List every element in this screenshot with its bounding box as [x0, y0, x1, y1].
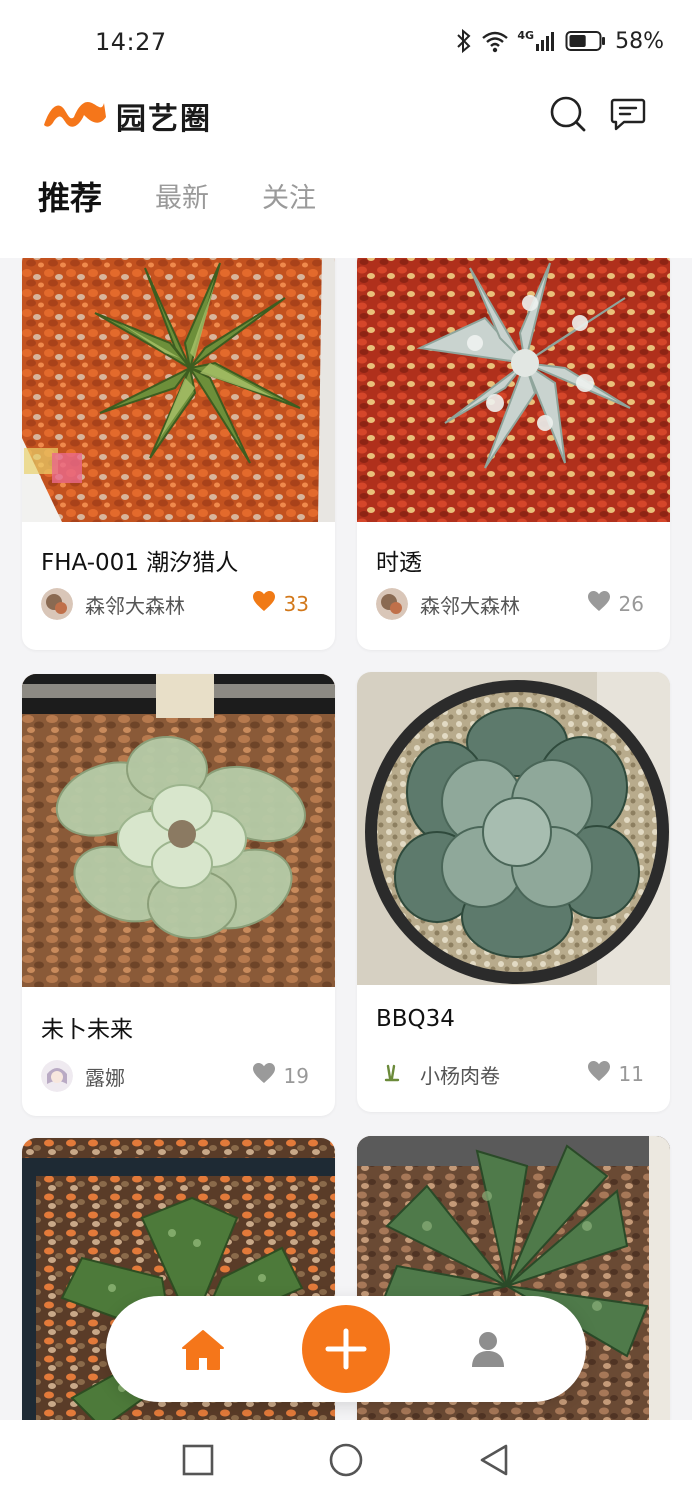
app-logo: 园艺圈 [40, 94, 212, 138]
home-circle-icon[interactable] [328, 1442, 364, 1478]
heart-icon [587, 1060, 611, 1087]
avatar [41, 588, 73, 620]
post-photo [22, 674, 335, 987]
like-count: 19 [283, 1063, 309, 1088]
post-photo [357, 672, 670, 985]
tab-following[interactable]: 关注 [262, 176, 316, 215]
post-title: 时透 [376, 550, 422, 576]
post-author[interactable]: 露娜 [41, 1060, 125, 1092]
post-card[interactable]: FHA-001 潮汐猎人 森邻大森林 33 [22, 258, 335, 650]
author-name: 森邻大森林 [420, 593, 520, 618]
post-title: 未卜未来 [41, 1017, 133, 1043]
post-card[interactable]: BBQ34 小杨肉卷 11 [357, 672, 670, 1112]
wifi-icon [481, 29, 509, 53]
heart-icon [252, 1062, 276, 1089]
feed-tabs: 推荐 最新 关注 [0, 176, 692, 226]
post-card[interactable]: 时透 森邻大森林 26 [357, 258, 670, 650]
status-bar: 14:27 4G 58% [0, 22, 692, 64]
author-name: 森邻大森林 [85, 593, 185, 618]
add-icon [325, 1328, 367, 1370]
post-card[interactable]: 未卜未来 露娜 19 [22, 674, 335, 1116]
logo-mark-icon [40, 95, 108, 137]
profile-icon[interactable] [468, 1329, 508, 1369]
avatar [376, 588, 408, 620]
feed-grid: FHA-001 潮汐猎人 森邻大森林 33 时透 森邻大森林 26 未卜未来 露… [0, 258, 692, 1420]
post-title: FHA-001 潮汐猎人 [41, 550, 239, 576]
post-photo [357, 258, 670, 522]
app-name: 园艺圈 [116, 102, 212, 137]
status-icons: 4G 58% [455, 28, 664, 54]
search-icon[interactable] [548, 94, 588, 134]
heart-filled-icon [252, 590, 276, 617]
like-count: 26 [618, 591, 644, 616]
like-counter[interactable]: 33 [252, 590, 309, 617]
top-bar: 14:27 4G 58% 园艺圈 推荐 最新 关注 [0, 0, 692, 258]
like-count: 11 [618, 1061, 644, 1086]
status-time: 14:27 [95, 28, 167, 56]
bluetooth-icon [455, 28, 473, 54]
back-icon[interactable] [476, 1442, 512, 1478]
tab-latest[interactable]: 最新 [155, 176, 209, 215]
home-icon[interactable] [180, 1327, 226, 1373]
like-count: 33 [283, 591, 309, 616]
bottom-nav [106, 1296, 586, 1402]
post-author[interactable]: 森邻大森林 [41, 588, 185, 620]
system-nav-bar [0, 1420, 692, 1500]
recent-apps-icon[interactable] [180, 1442, 216, 1478]
tab-recommended[interactable]: 推荐 [38, 173, 102, 219]
app-header: 园艺圈 [0, 88, 692, 148]
post-photo [22, 258, 335, 522]
signal-icon: 4G [517, 30, 557, 52]
avatar [41, 1060, 73, 1092]
message-icon[interactable] [608, 94, 648, 134]
post-author[interactable]: 森邻大森林 [376, 588, 520, 620]
like-counter[interactable]: 26 [587, 590, 644, 617]
avatar [376, 1058, 408, 1090]
post-author[interactable]: 小杨肉卷 [376, 1058, 500, 1090]
author-name: 露娜 [85, 1065, 125, 1090]
battery-percent: 58% [615, 28, 664, 54]
heart-icon [587, 590, 611, 617]
like-counter[interactable]: 19 [252, 1062, 309, 1089]
author-name: 小杨肉卷 [420, 1063, 500, 1088]
network-label: 4G [517, 29, 535, 42]
battery-icon [565, 30, 607, 52]
post-title: BBQ34 [376, 1006, 455, 1032]
like-counter[interactable]: 11 [587, 1060, 644, 1087]
add-post-button[interactable] [302, 1305, 390, 1393]
